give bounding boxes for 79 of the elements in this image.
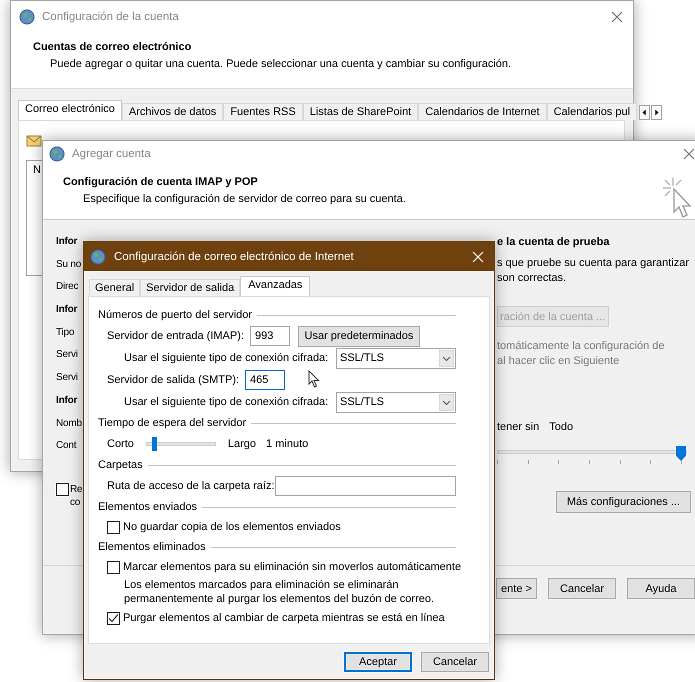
slider-label: Corto	[107, 438, 134, 450]
section-heading: Configuración de cuenta IMAP y POP	[63, 176, 259, 188]
tab[interactable]: General	[89, 279, 140, 296]
mouse-pointer-icon	[308, 370, 320, 388]
tab[interactable]: Archivos de datos	[122, 103, 224, 120]
window-title: Configuración de la cuenta	[42, 11, 180, 23]
dialog-button[interactable]: Aceptar	[344, 652, 412, 672]
field-label: Usar el siguiente tipo de conexión cifrada:	[124, 352, 328, 364]
field-label: Su no	[56, 258, 82, 272]
dialog-button[interactable]: Ayuda	[627, 578, 695, 599]
more-settings-button[interactable]: Más configuraciones ...	[556, 491, 691, 513]
checkbox[interactable]	[107, 520, 120, 534]
checkbox[interactable]	[107, 612, 120, 624]
checkbox-label: Purgar elementos al cambiar de carpeta mientras se está en línea	[123, 612, 445, 624]
field-label: Servidor de salida (SMTP):	[107, 374, 240, 386]
tab[interactable]: Servidor de salida	[140, 279, 240, 296]
checkbox-label: Marcar elementos para su eliminación sin moverlos automáticamente	[123, 561, 462, 573]
tab[interactable]: Calendarios pul	[546, 103, 638, 120]
tab[interactable]: Avanzadas	[240, 276, 310, 296]
caret-icon	[439, 350, 454, 366]
group-title: Elementos enviados	[98, 501, 198, 513]
field-label: Servi	[56, 349, 78, 362]
close-button[interactable]	[683, 148, 695, 160]
field-label: Usar el siguiente tipo de conexión cifrada:	[124, 396, 328, 408]
section-heading: Infor	[56, 236, 78, 249]
field-label: Ruta de acceso de la carpeta raíz:	[107, 480, 275, 492]
info-text: tomáticamente la configuración de al hacer clic en Siguiente	[497, 339, 666, 369]
globe-icon	[90, 248, 106, 264]
globe-icon	[49, 146, 65, 162]
window-title: Agregar cuenta	[72, 148, 152, 160]
field-label: Direc	[56, 281, 78, 294]
column-header: N	[33, 164, 41, 176]
field-label: tener sin	[497, 421, 540, 433]
group-title: Números de puerto del servidor	[98, 309, 252, 321]
field-label: Servidor de entrada (IMAP):	[107, 330, 244, 342]
tab[interactable]: Calendarios de Internet	[418, 103, 547, 120]
dialog-button[interactable]: Cancelar	[548, 578, 616, 599]
section-heading: e la cuenta de prueba	[497, 236, 610, 248]
folder-path-field[interactable]	[274, 476, 456, 496]
section-heading: Cuentas de correo electrónico	[33, 41, 192, 53]
dialog-button[interactable]: Cancelar	[421, 652, 489, 672]
port-field[interactable]: 993	[250, 326, 290, 346]
field-label: Servi	[56, 372, 78, 386]
checkbox[interactable]	[56, 482, 69, 496]
envelope-icon[interactable]	[26, 133, 42, 147]
window-title: Configuración de correo electrónico de Internet	[114, 250, 355, 262]
slider-label: Largo	[228, 438, 256, 450]
section-description: Especifique la configuración de servidor de correo para su cuenta.	[83, 193, 407, 205]
slider-thumb[interactable]	[676, 446, 686, 461]
slider-thumb[interactable]	[152, 437, 157, 451]
port-field[interactable]: 465	[245, 370, 286, 390]
group-title: Carpetas	[98, 459, 143, 471]
scroll-right-button[interactable]	[651, 105, 662, 120]
tab[interactable]: Correo electrónico	[18, 100, 122, 120]
checkbox-label: No guardar copia de los elementos enviados	[123, 521, 341, 533]
field-label: Cont	[56, 440, 76, 454]
group-title: Tiempo de espera del servidor	[98, 417, 246, 429]
dialog-button[interactable]: ente >	[496, 578, 537, 599]
section-heading: Infor	[56, 394, 78, 408]
slider-value: Todo	[549, 421, 574, 433]
field-label: Nomb	[56, 418, 82, 430]
note-text: Los elementos marcados para eliminación se eliminarán permanentemente al purgar los elementos del buzón de correo.	[123, 578, 436, 606]
globe-icon	[19, 9, 35, 25]
tab[interactable]: Listas de SharePoint	[302, 103, 418, 120]
dropdown[interactable]: SSL/TLS	[336, 348, 456, 368]
info-text: s que pruebe su cuenta para garantizar son correctas.	[497, 256, 690, 286]
section-description: Puede agregar o quitar una cuenta. Puede seleccionar una cuenta y cambiar su configuración.	[50, 58, 512, 70]
checkbox-label: Re co	[70, 482, 83, 509]
use-defaults-button[interactable]: Usar predeterminados	[298, 326, 420, 346]
checkbox[interactable]	[107, 560, 120, 574]
caret-icon	[439, 394, 454, 410]
tab[interactable]: Fuentes RSS	[223, 103, 303, 120]
dropdown[interactable]: SSL/TLS	[336, 392, 456, 412]
scroll-left-button[interactable]	[639, 105, 650, 120]
close-button[interactable]	[611, 11, 623, 23]
group-title: Elementos eliminados	[98, 541, 206, 553]
slider-value: 1 minuto	[266, 438, 308, 450]
field-label: Tipo	[56, 326, 74, 340]
section-heading: Infor	[56, 304, 78, 318]
